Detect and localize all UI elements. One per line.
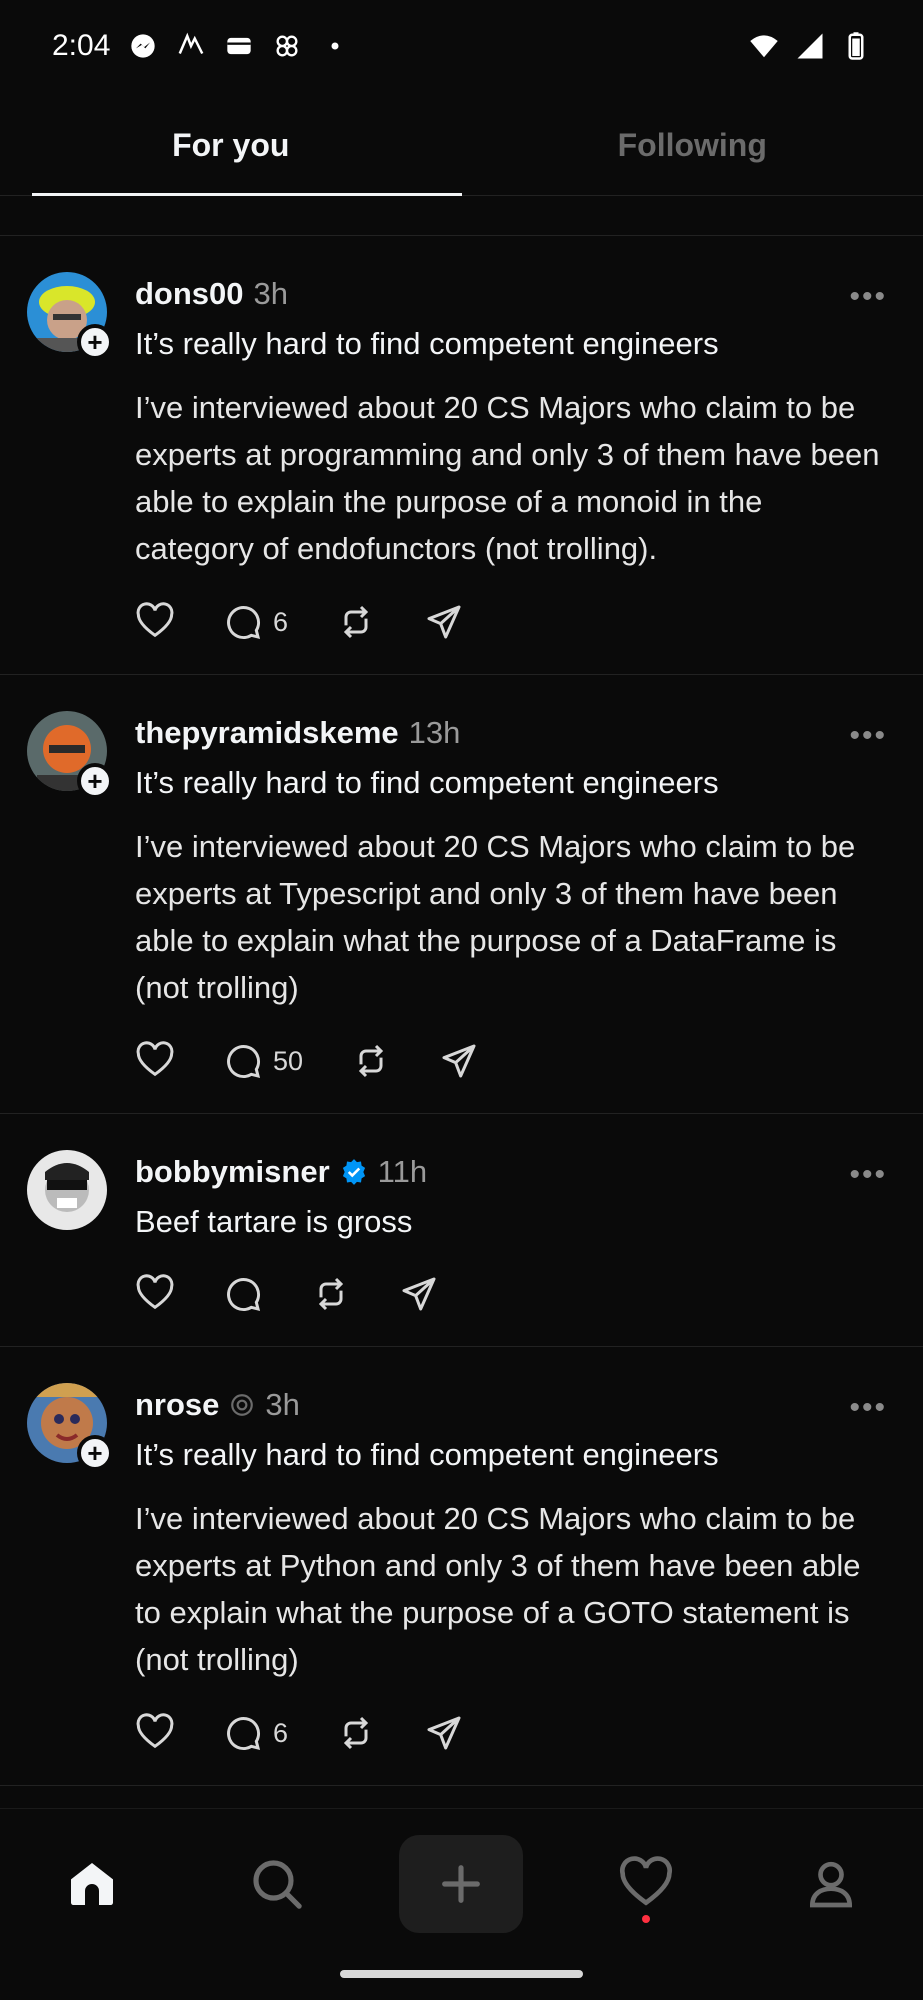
like-button[interactable]: [135, 1041, 175, 1081]
clock: 2:04: [52, 29, 111, 62]
repost-icon: [318, 1277, 344, 1311]
comment-icon: [227, 1278, 261, 1312]
send-icon: [402, 1277, 436, 1311]
post[interactable]: + dons00 3h ••• It’s really hard to find…: [0, 236, 923, 675]
more-options-icon[interactable]: •••: [849, 282, 887, 312]
pinwheel-icon: [272, 31, 302, 61]
heart-icon: [136, 1041, 174, 1077]
repost-button[interactable]: [336, 602, 376, 642]
follow-plus-icon[interactable]: +: [77, 324, 113, 360]
repost-icon: [343, 605, 369, 639]
reply-button[interactable]: [223, 1274, 263, 1314]
more-options-icon[interactable]: •••: [849, 1393, 887, 1423]
nav-home[interactable]: [30, 1835, 154, 1933]
comment-icon: [227, 1717, 261, 1751]
create-icon: [442, 1864, 481, 1903]
profile-icon: [809, 1861, 852, 1907]
post-actions: 6: [135, 1711, 887, 1755]
avatar[interactable]: [27, 1150, 107, 1230]
share-button[interactable]: [424, 602, 464, 642]
follow-plus-icon[interactable]: +: [77, 1435, 113, 1471]
reply-count: 6: [273, 606, 289, 637]
repost-icon: [358, 1044, 384, 1078]
feed-tabs: For you Following: [0, 96, 923, 196]
post-title: Beef tartare is gross: [135, 1204, 413, 1239]
post-actions: 50: [135, 1039, 887, 1083]
username[interactable]: dons00: [135, 276, 244, 312]
username[interactable]: thepyramidskeme: [135, 715, 399, 751]
notification-dot: [642, 1914, 651, 1923]
post-time: 3h: [265, 1387, 300, 1422]
repost-button[interactable]: [351, 1041, 391, 1081]
reply-button[interactable]: 6: [223, 1713, 288, 1753]
username[interactable]: nrose: [135, 1387, 219, 1423]
activity-icon: [620, 1855, 673, 1906]
share-button[interactable]: [399, 1274, 439, 1314]
search-icon: [253, 1859, 302, 1909]
send-icon: [427, 1716, 461, 1750]
home-indicator[interactable]: [340, 1970, 583, 1978]
nav-search[interactable]: [215, 1835, 339, 1933]
wifi-icon: [749, 31, 779, 61]
status-bar: 2:04: [0, 0, 923, 92]
like-button[interactable]: [135, 1713, 175, 1753]
comment-icon: [227, 1045, 261, 1079]
post-actions: 6: [135, 600, 887, 644]
wallet-icon: [224, 31, 254, 61]
repost-button[interactable]: [311, 1274, 351, 1314]
battery-icon: [841, 31, 871, 61]
post-time: 11h: [377, 1154, 428, 1189]
signal-icon: [795, 31, 825, 61]
repost-button[interactable]: [336, 1713, 376, 1753]
send-icon: [442, 1044, 476, 1078]
like-button[interactable]: [135, 602, 175, 642]
dot-icon: [320, 31, 350, 61]
post-actions: [135, 1272, 887, 1316]
post-body: I’ve interviewed about 20 CS Majors who …: [135, 1501, 861, 1677]
post-body: I’ve interviewed about 20 CS Majors who …: [135, 829, 856, 1005]
nav-create[interactable]: [399, 1834, 524, 1933]
reply-count: 6: [273, 1717, 289, 1748]
post[interactable]: + nrose 3h ••• It’s really hard to find …: [0, 1347, 923, 1786]
reply-count: 50: [273, 1045, 304, 1076]
verified-badge-icon: [342, 1159, 365, 1185]
comment-icon: [227, 606, 261, 640]
post-title: It’s really hard to find competent engin…: [135, 326, 719, 361]
post-body: I’ve interviewed about 20 CS Majors who …: [135, 390, 880, 566]
previous-post-sliver: [0, 196, 923, 236]
post-time: 13h: [408, 715, 461, 750]
post[interactable]: + thepyramidskeme 13h ••• It’s really ha…: [0, 675, 923, 1114]
post-title: It’s really hard to find competent engin…: [135, 765, 719, 800]
more-options-icon[interactable]: •••: [849, 721, 887, 751]
follow-plus-icon[interactable]: +: [77, 763, 113, 799]
tab-for-you[interactable]: For you: [0, 96, 462, 196]
post[interactable]: bobbymisner 11h ••• Beef tartare is gros…: [0, 1114, 923, 1347]
home-icon: [71, 1862, 114, 1905]
post-time: 3h: [253, 276, 289, 311]
nav-profile[interactable]: [769, 1835, 893, 1933]
heart-icon: [136, 1274, 174, 1310]
messenger-icon: [128, 31, 158, 61]
heart-icon: [136, 1713, 174, 1749]
reply-button[interactable]: 6: [223, 602, 288, 642]
send-icon: [427, 605, 461, 639]
bottom-navigation: [0, 1808, 923, 1958]
app-icon: [176, 31, 206, 61]
nav-activity[interactable]: [584, 1835, 708, 1933]
reply-button[interactable]: 50: [223, 1041, 303, 1081]
heart-icon: [136, 602, 174, 638]
post-title: It’s really hard to find competent engin…: [135, 1437, 719, 1472]
tab-following[interactable]: Following: [462, 96, 923, 195]
more-options-icon[interactable]: •••: [849, 1160, 887, 1190]
feed: + dons00 3h ••• It’s really hard to find…: [0, 236, 923, 1786]
share-button[interactable]: [439, 1041, 479, 1081]
username[interactable]: bobbymisner: [135, 1154, 330, 1190]
threads-badge-icon: [231, 1394, 254, 1416]
repost-icon: [343, 1716, 369, 1750]
share-button[interactable]: [424, 1713, 464, 1753]
like-button[interactable]: [135, 1274, 175, 1314]
tab-label: For you: [172, 127, 290, 163]
tab-label: Following: [617, 127, 767, 163]
